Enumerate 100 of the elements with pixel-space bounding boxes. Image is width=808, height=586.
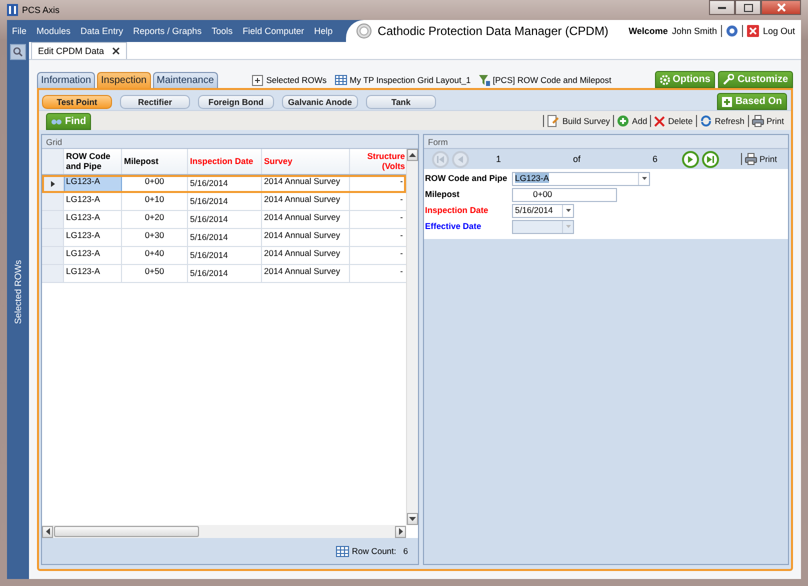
layout-link[interactable]: My TP Inspection Grid Layout_1 xyxy=(350,74,471,86)
scroll-left-button[interactable] xyxy=(42,526,53,538)
scroll-up-button[interactable] xyxy=(407,149,418,161)
next-icon xyxy=(686,154,695,164)
column-header[interactable]: ROW Code and Pipe xyxy=(64,149,122,174)
build-button[interactable]: Build Survey xyxy=(544,112,614,130)
dropdown-field[interactable]: LG123-A xyxy=(512,172,650,186)
next-page-button[interactable] xyxy=(682,150,699,168)
row-count: 6 xyxy=(403,546,408,556)
table-cell: LG123-A xyxy=(64,211,122,228)
table-cell: 5/16/2014 xyxy=(188,175,262,192)
row-pointer-icon xyxy=(50,180,54,186)
menu-item[interactable]: Data Entry xyxy=(76,26,128,36)
scroll-down-button[interactable] xyxy=(407,513,418,525)
table-cell: 0+20 xyxy=(122,211,188,228)
app-title: Cathodic Protection Data Manager (CPDM) xyxy=(378,24,608,38)
printer-icon xyxy=(744,153,757,165)
window-title: PCS Axis xyxy=(22,4,60,16)
maximize-button[interactable] xyxy=(735,0,761,15)
arrow-down-icon xyxy=(409,517,416,521)
table-cell: 0+40 xyxy=(122,247,188,264)
table-cell: 2014 Annual Survey xyxy=(262,265,350,282)
table-cell: 2014 Annual Survey xyxy=(262,247,350,264)
column-header[interactable]: Inspection Date xyxy=(188,149,262,174)
printer-icon xyxy=(752,115,764,127)
welcome-label: Welcome xyxy=(628,26,668,36)
user-name: John Smith xyxy=(672,26,717,36)
table-cell: LG123-A xyxy=(64,247,122,264)
page-number: 1 xyxy=(496,154,502,164)
scroll-thumb[interactable] xyxy=(54,526,199,537)
add-button[interactable]: Add xyxy=(614,112,650,130)
table-cell: 5/16/2014 xyxy=(188,265,262,282)
field-label: Inspection Date xyxy=(424,205,490,216)
document-pencil-icon xyxy=(547,115,560,127)
table-cell: LG123-A xyxy=(64,229,122,246)
arrow-up-icon xyxy=(409,153,416,157)
logout-link[interactable]: Log Out xyxy=(762,26,795,36)
document-tab[interactable]: Edit CPDM Data xyxy=(31,42,128,59)
close-icon xyxy=(776,3,786,12)
row-header[interactable] xyxy=(42,175,64,192)
table-cell: 5/16/2014 xyxy=(188,247,262,264)
logout-icon[interactable] xyxy=(746,25,759,37)
layout-link[interactable]: [PCS] ROW Code and Milepost xyxy=(492,74,612,86)
subtype-tab[interactable]: Galvanic Anode xyxy=(282,94,358,108)
table-cell: 2014 Annual Survey xyxy=(262,229,350,246)
plus-box-icon xyxy=(252,74,264,86)
logo-icon xyxy=(356,23,372,39)
wrench-icon xyxy=(723,74,734,85)
close-tab-icon[interactable] xyxy=(112,47,120,55)
subtype-tab[interactable]: Rectifier xyxy=(120,94,190,108)
table-cell: LG123-A xyxy=(64,193,122,210)
search-icon xyxy=(13,47,23,57)
menu-item[interactable]: File xyxy=(7,26,32,36)
table-cell: 0+30 xyxy=(122,229,188,246)
delete-button[interactable]: Delete xyxy=(651,112,696,130)
row-count-label: Row Count: xyxy=(352,546,396,556)
print-button[interactable]: Print xyxy=(748,112,787,130)
help-icon[interactable] xyxy=(726,25,738,37)
menu-item[interactable]: Help xyxy=(309,26,338,36)
plus-icon xyxy=(722,96,732,106)
table-icon xyxy=(336,546,349,556)
form-title: Form xyxy=(424,135,788,149)
grid-title: Grid xyxy=(42,135,418,149)
column-header[interactable]: Milepost xyxy=(122,149,188,174)
arrow-left-icon xyxy=(46,528,50,535)
last-page-icon xyxy=(706,154,715,164)
table-cell: 2014 Annual Survey xyxy=(262,175,350,192)
table-cell: 0+10 xyxy=(122,193,188,210)
subtype-tab[interactable]: Tank xyxy=(366,94,436,108)
menu-item[interactable]: Tools xyxy=(206,26,238,36)
table-cell: 5/16/2014 xyxy=(188,229,262,246)
column-header[interactable]: Survey xyxy=(262,149,350,174)
menu-item[interactable]: Reports / Graphs xyxy=(128,26,207,36)
refresh-icon xyxy=(700,115,712,127)
first-page-icon xyxy=(436,154,445,164)
menu-item[interactable]: Field Computer xyxy=(238,26,310,36)
print-button[interactable]: Print xyxy=(742,150,780,168)
table-cell: 5/16/2014 xyxy=(188,211,262,228)
layout-link[interactable]: Selected ROWs xyxy=(266,74,327,86)
last-page-button[interactable] xyxy=(702,150,719,168)
minimize-button[interactable] xyxy=(709,0,735,15)
refresh-button[interactable]: Refresh xyxy=(696,112,748,130)
subtype-tab[interactable]: Foreign Bond xyxy=(198,94,274,108)
scroll-right-button[interactable] xyxy=(395,526,406,538)
sidebar-tab[interactable]: Selected ROWs xyxy=(12,260,24,324)
section-tab[interactable]: Information xyxy=(37,72,96,88)
caret-icon xyxy=(566,209,570,212)
table-cell: LG123-A xyxy=(64,265,122,282)
search-button[interactable] xyxy=(10,44,26,60)
caret-icon xyxy=(642,177,646,180)
menu-item[interactable]: Modules xyxy=(32,26,76,36)
page-of-label: of xyxy=(572,154,581,164)
app-icon xyxy=(7,4,18,16)
section-tab[interactable]: Maintenance xyxy=(152,72,218,88)
table-icon xyxy=(334,75,347,85)
subtype-tab[interactable]: Test Point xyxy=(42,94,112,108)
section-tab[interactable]: Inspection xyxy=(97,72,151,88)
close-button[interactable] xyxy=(761,0,801,15)
input-field[interactable]: 0+00 xyxy=(512,188,617,202)
date-field[interactable]: 5/16/2014 xyxy=(512,204,574,218)
